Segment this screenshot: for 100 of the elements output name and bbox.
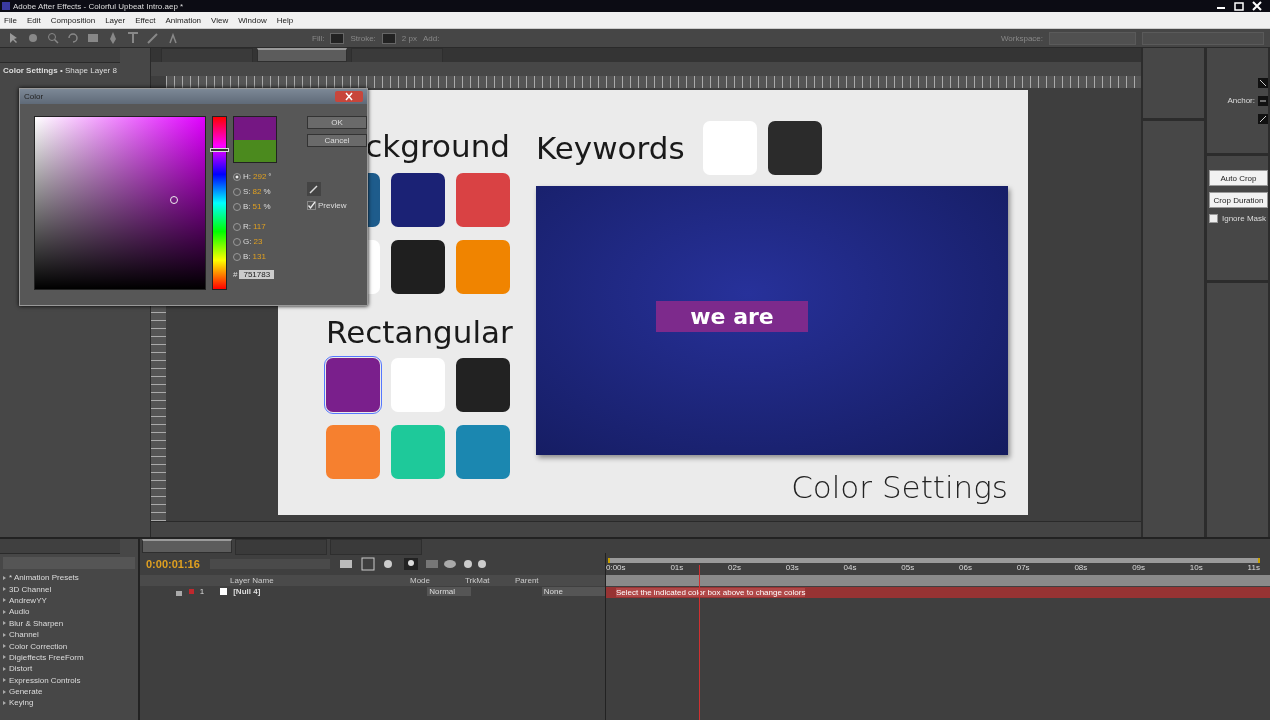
time-tick: 03s <box>785 563 799 574</box>
anchor-label: Anchor: <box>1227 96 1255 105</box>
effect-category[interactable]: Color Correction <box>0 640 138 652</box>
time-tick: 07s <box>1016 563 1030 574</box>
ignore-mask-checkbox[interactable]: Ignore Mask <box>1209 214 1268 223</box>
unit-label: % <box>263 187 271 196</box>
time-tick: 11s <box>1247 563 1260 574</box>
dialog-title: Color <box>24 92 44 101</box>
title-text: we are <box>656 301 808 332</box>
color-swatch[interactable] <box>767 121 822 175</box>
stroke-swatch[interactable] <box>381 32 396 44</box>
zoom-tool-icon[interactable] <box>46 31 60 45</box>
label-color[interactable] <box>188 589 194 594</box>
layer-number: 1 <box>199 587 205 596</box>
restore-icon[interactable] <box>1232 1 1246 11</box>
menu-item[interactable]: Animation <box>165 15 202 25</box>
effect-category[interactable]: Keying <box>0 697 138 709</box>
mode-dropdown[interactable]: Normal <box>427 587 471 596</box>
rectangle-tool-icon[interactable] <box>86 31 100 45</box>
layer-icon <box>220 588 228 595</box>
field-label: H: <box>243 172 251 181</box>
dialog-button[interactable]: Cancel <box>307 134 367 147</box>
canvas-title: Color Settings <box>790 469 1008 505</box>
menu-item[interactable]: View <box>211 15 229 25</box>
unit-label: % <box>263 202 271 211</box>
effect-category[interactable]: Audio <box>0 606 138 618</box>
effect-category[interactable]: Blur & Sharpen <box>0 617 138 629</box>
hex-label: # <box>233 270 238 279</box>
column-header: Mode <box>410 576 431 585</box>
field-label: B: <box>243 202 251 211</box>
brush-tool-icon[interactable] <box>146 31 160 45</box>
effect-category[interactable]: AndrewYY <box>0 594 138 607</box>
dialog-button[interactable]: OK <box>307 116 367 129</box>
unit-label: ° <box>268 172 272 181</box>
effect-category[interactable]: * Animation Presets <box>0 572 138 584</box>
menu-item[interactable]: Help <box>276 15 294 25</box>
workspace-label: Workspace: <box>1000 33 1043 43</box>
background-heading: ckground <box>365 128 510 166</box>
effect-category[interactable]: 3D Channel <box>0 583 138 595</box>
effect-category[interactable]: Expression Controls <box>0 674 138 686</box>
keywords-heading: Keywords <box>536 130 685 166</box>
color-swatch[interactable] <box>456 425 510 479</box>
time-tick: 10s <box>1189 563 1203 574</box>
time-tick: 09s <box>1132 563 1146 574</box>
time-tick: 08s <box>1074 563 1088 574</box>
viewer-tab[interactable] <box>257 48 347 62</box>
menu-item[interactable]: Layer <box>105 15 126 25</box>
color-swatch[interactable] <box>456 173 510 227</box>
column-header: Layer Name <box>230 576 275 585</box>
parent-dropdown[interactable]: None <box>541 587 605 596</box>
color-swatch[interactable] <box>391 425 445 479</box>
effect-category[interactable]: Digieffects FreeForm <box>0 651 138 664</box>
field-label: S: <box>243 187 251 196</box>
timeline-tab[interactable] <box>142 539 232 553</box>
crop-button[interactable]: Crop Duration <box>1209 192 1268 208</box>
panel-tab[interactable] <box>0 48 120 63</box>
effect-category[interactable]: Channel <box>0 628 138 641</box>
menu-item[interactable]: File <box>4 15 17 25</box>
hex-field[interactable]: 751783 <box>239 270 275 279</box>
close-icon[interactable] <box>1250 1 1264 11</box>
time-tick: 04s <box>843 563 857 574</box>
panel-tab[interactable] <box>0 539 120 554</box>
crop-button[interactable]: Auto Crop <box>1209 170 1268 186</box>
color-swatch[interactable] <box>456 358 510 412</box>
rotate-tool-icon[interactable] <box>66 31 80 45</box>
saturation-brightness-field[interactable] <box>34 116 206 290</box>
field-label: G: <box>243 237 252 246</box>
column-header: Parent <box>515 576 539 585</box>
color-comparison-swatch <box>233 116 277 163</box>
color-swatch[interactable] <box>326 358 380 412</box>
field-label: R: <box>243 222 251 231</box>
menu-item[interactable]: Effect <box>135 15 156 25</box>
radio-button[interactable] <box>233 172 241 181</box>
menu-item[interactable]: Composition <box>50 15 96 25</box>
time-tick: 01s <box>670 563 684 574</box>
text-tool-icon[interactable] <box>126 31 140 45</box>
app-logo-icon <box>2 2 10 10</box>
color-swatch[interactable] <box>391 173 445 227</box>
column-header: TrkMat <box>465 576 491 585</box>
effect-category[interactable]: Generate <box>0 685 138 698</box>
layer-breadcrumb: Color Settings • Shape Layer 8 <box>2 65 118 77</box>
time-tick: 02s <box>728 563 741 574</box>
color-swatch[interactable] <box>456 240 510 294</box>
current-time[interactable]: 0:00:01:16 <box>146 558 200 570</box>
color-swatch[interactable] <box>391 240 445 294</box>
time-tick: 05s <box>901 563 915 574</box>
preview-checkbox[interactable] <box>307 201 316 210</box>
hue-slider[interactable] <box>212 116 227 290</box>
window-title: Adobe After Effects - Colorful Upbeat Intro.aep * <box>13 1 184 11</box>
menu-item[interactable]: Edit <box>26 15 41 25</box>
color-swatch[interactable] <box>326 425 380 479</box>
field-label: B: <box>243 252 251 261</box>
eyedropper-icon[interactable] <box>307 182 321 196</box>
add-label: Add: <box>422 33 440 43</box>
fill-swatch[interactable] <box>330 32 345 44</box>
time-tick: 06s <box>959 563 972 574</box>
layer-name[interactable]: [Null 4] <box>233 587 392 596</box>
hue-slider-handle[interactable] <box>210 147 229 152</box>
menu-item[interactable]: Window <box>238 15 267 25</box>
effect-category[interactable]: Distort <box>0 663 138 675</box>
